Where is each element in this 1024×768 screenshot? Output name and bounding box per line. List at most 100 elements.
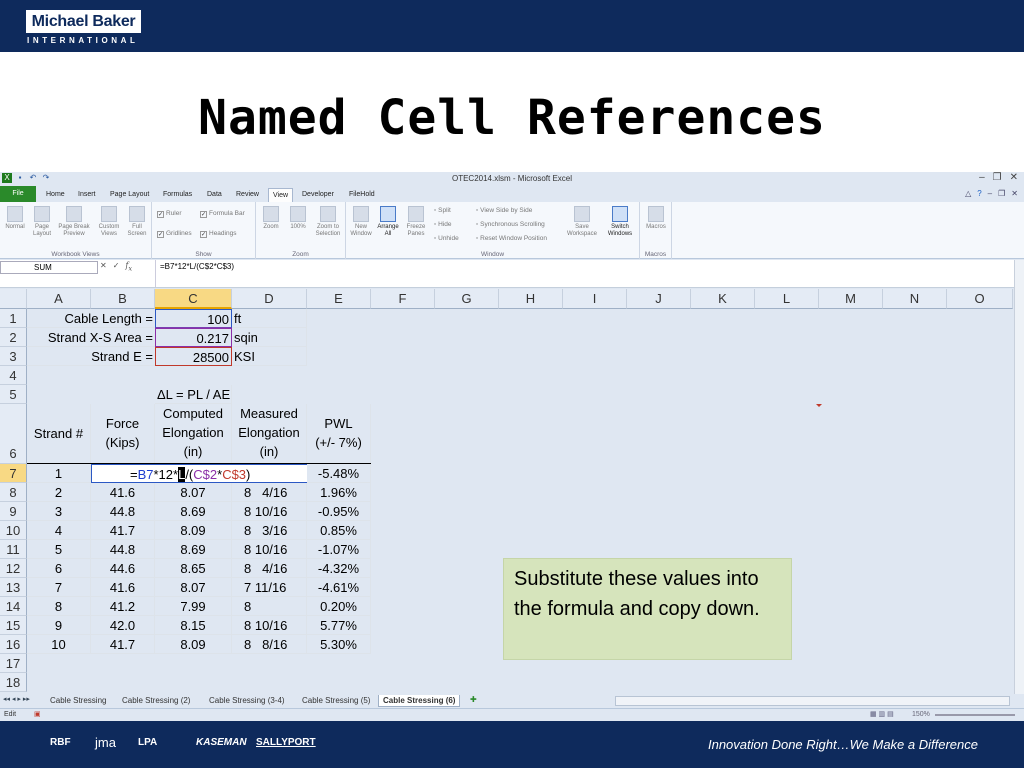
zoom-to-selection-button[interactable]: Zoom to Selection bbox=[312, 206, 344, 238]
tab-view[interactable]: View bbox=[268, 188, 294, 202]
table-cell[interactable]: -0.95% bbox=[307, 502, 371, 521]
sheet-tab[interactable]: Cable Stressing (5) bbox=[298, 695, 374, 707]
column-header[interactable]: D bbox=[232, 289, 307, 309]
row-header[interactable]: 1 bbox=[0, 309, 27, 328]
table-cell[interactable]: 8.65 bbox=[155, 559, 232, 578]
zoom-100-button[interactable]: 100% bbox=[286, 206, 310, 231]
row-header[interactable]: 15 bbox=[0, 616, 27, 635]
gridlines-checkbox[interactable]: ✓ Gridlines bbox=[157, 230, 192, 238]
cell-c1[interactable]: 100 bbox=[155, 309, 232, 328]
table-cell[interactable]: 8 10/16 bbox=[232, 540, 307, 559]
normal-view-button[interactable]: Normal bbox=[2, 206, 28, 231]
help-icon[interactable]: ? bbox=[977, 189, 981, 198]
table-cell[interactable]: 5.30% bbox=[307, 635, 371, 654]
cell-c5[interactable]: ΔL = PL / AE bbox=[155, 385, 232, 404]
sheet-tab-active[interactable]: Cable Stressing (6) bbox=[378, 695, 461, 707]
row-header[interactable]: 10 bbox=[0, 521, 27, 540]
column-header[interactable]: F bbox=[371, 289, 435, 309]
row-header[interactable]: 12 bbox=[0, 559, 27, 578]
vertical-scrollbar[interactable] bbox=[1014, 260, 1024, 694]
cancel-icon[interactable]: ✕ bbox=[100, 261, 107, 273]
full-screen-button[interactable]: Full Screen bbox=[124, 206, 150, 238]
custom-views-button[interactable]: Custom Views bbox=[95, 206, 123, 238]
name-box[interactable]: SUM bbox=[0, 261, 98, 274]
row-header[interactable]: 11 bbox=[0, 540, 27, 559]
row-header[interactable]: 6 bbox=[0, 404, 27, 464]
row-header[interactable]: 13 bbox=[0, 578, 27, 597]
row-header[interactable]: 16 bbox=[0, 635, 27, 654]
cell-a6[interactable]: Strand # bbox=[27, 404, 91, 464]
insert-function-icon[interactable]: fx bbox=[125, 261, 132, 273]
table-cell[interactable]: 5 bbox=[27, 540, 91, 559]
table-cell[interactable]: 7 11/16 bbox=[232, 578, 307, 597]
table-cell[interactable]: 41.6 bbox=[91, 483, 155, 502]
column-header[interactable]: M bbox=[819, 289, 883, 309]
table-cell[interactable]: 8.09 bbox=[155, 521, 232, 540]
row-header-selected[interactable]: 7 bbox=[0, 464, 27, 483]
tab-fileHold[interactable]: FileHold bbox=[345, 188, 379, 202]
table-cell[interactable]: 0.20% bbox=[307, 597, 371, 616]
table-cell[interactable]: 8 bbox=[232, 597, 307, 616]
minimize-icon[interactable]: – bbox=[979, 172, 985, 183]
new-window-button[interactable]: New Window bbox=[348, 206, 374, 238]
tab-data[interactable]: Data bbox=[203, 188, 226, 202]
enter-icon[interactable]: ✓ bbox=[113, 261, 120, 273]
view-side-by-side-button[interactable]: ▫ View Side by Side bbox=[476, 207, 532, 214]
cell-a3[interactable]: Strand E = bbox=[27, 347, 155, 366]
table-cell[interactable]: 41.7 bbox=[91, 635, 155, 654]
table-cell[interactable]: 8.09 bbox=[155, 635, 232, 654]
sheet-tab[interactable]: Cable Stressing (3-4) bbox=[205, 695, 289, 707]
row-header[interactable]: 9 bbox=[0, 502, 27, 521]
table-cell[interactable]: 8 10/16 bbox=[232, 616, 307, 635]
column-header[interactable]: K bbox=[691, 289, 755, 309]
row-header[interactable]: 17 bbox=[0, 654, 27, 673]
split-button[interactable]: ▫ Split bbox=[434, 207, 451, 214]
tab-home[interactable]: Home bbox=[42, 188, 69, 202]
column-header[interactable]: A bbox=[27, 289, 91, 309]
hide-button[interactable]: ▫ Hide bbox=[434, 221, 452, 228]
table-cell[interactable]: 5.77% bbox=[307, 616, 371, 635]
column-header[interactable]: G bbox=[435, 289, 499, 309]
table-cell[interactable]: 8.15 bbox=[155, 616, 232, 635]
table-cell[interactable]: 44.6 bbox=[91, 559, 155, 578]
insert-sheet-icon[interactable]: ✚ bbox=[470, 695, 477, 704]
table-cell[interactable]: 44.8 bbox=[91, 502, 155, 521]
row-header[interactable]: 8 bbox=[0, 483, 27, 502]
cell-d2[interactable]: sqin bbox=[232, 328, 307, 347]
column-header[interactable]: E bbox=[307, 289, 371, 309]
tab-insert[interactable]: Insert bbox=[74, 188, 100, 202]
save-workspace-button[interactable]: Save Workspace bbox=[564, 206, 600, 238]
formula-input[interactable]: =B7*12*L/(C$2*C$3) bbox=[155, 260, 1010, 287]
macro-record-icon[interactable]: ▣ bbox=[34, 710, 41, 718]
restore-icon[interactable]: ❐ bbox=[993, 172, 1002, 183]
table-cell[interactable]: 1.96% bbox=[307, 483, 371, 502]
table-cell[interactable]: 8.07 bbox=[155, 578, 232, 597]
tab-formulas[interactable]: Formulas bbox=[159, 188, 196, 202]
cell-d1[interactable]: ft bbox=[232, 309, 307, 328]
page-break-preview-button[interactable]: Page Break Preview bbox=[56, 206, 92, 238]
row-header[interactable]: 14 bbox=[0, 597, 27, 616]
column-header[interactable]: N bbox=[883, 289, 947, 309]
synchronous-scrolling-button[interactable]: ▫ Synchronous Scrolling bbox=[476, 221, 545, 228]
table-cell[interactable]: 41.2 bbox=[91, 597, 155, 616]
doc-close-icon[interactable]: ✕ bbox=[1011, 189, 1018, 198]
macros-button[interactable]: Macros bbox=[642, 206, 670, 231]
sheet-tab[interactable]: Cable Stressing (2) bbox=[118, 695, 194, 707]
formula-bar-checkbox[interactable]: ✓ Formula Bar bbox=[200, 210, 245, 218]
select-all-corner[interactable] bbox=[0, 289, 27, 309]
table-cell[interactable]: 7.99 bbox=[155, 597, 232, 616]
row-header[interactable]: 3 bbox=[0, 347, 27, 366]
tab-developer[interactable]: Developer bbox=[298, 188, 338, 202]
sheet-tab[interactable]: Cable Stressing bbox=[46, 695, 110, 707]
table-cell[interactable]: 8 4/16 bbox=[232, 559, 307, 578]
switch-windows-button[interactable]: Switch Windows bbox=[602, 206, 638, 238]
freeze-panes-button[interactable]: Freeze Panes bbox=[402, 206, 430, 238]
headings-checkbox[interactable]: ✓ Headings bbox=[200, 230, 236, 238]
arrange-all-button[interactable]: Arrange All bbox=[374, 206, 402, 238]
table-cell[interactable]: 8 4/16 bbox=[232, 483, 307, 502]
cell-c3[interactable]: 28500 bbox=[155, 347, 232, 366]
cell-a7[interactable]: 1 bbox=[27, 464, 91, 483]
cell-c2[interactable]: 0.217 bbox=[155, 328, 232, 347]
table-cell[interactable]: 10 bbox=[27, 635, 91, 654]
table-cell[interactable]: -4.32% bbox=[307, 559, 371, 578]
